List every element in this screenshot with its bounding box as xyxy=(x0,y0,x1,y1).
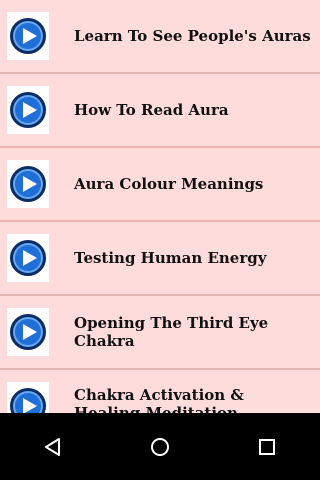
list-item-title: Aura Colour Meanings xyxy=(74,175,264,193)
list-item[interactable]: Learn To See People's Auras xyxy=(0,0,320,74)
recents-icon[interactable] xyxy=(247,427,287,467)
list-item-title: Testing Human Energy xyxy=(74,249,267,267)
play-icon xyxy=(10,166,46,202)
thumbnail xyxy=(7,234,49,282)
back-icon[interactable] xyxy=(33,427,73,467)
thumbnail xyxy=(7,160,49,208)
list-item-title: Opening The Third Eye Chakra xyxy=(74,314,269,350)
list-item[interactable]: Testing Human Energy xyxy=(0,222,320,296)
thumbnail xyxy=(7,86,49,134)
list-item[interactable]: Aura Colour Meanings xyxy=(0,148,320,222)
home-icon[interactable] xyxy=(140,427,180,467)
play-icon xyxy=(10,314,46,350)
thumbnail xyxy=(7,382,49,413)
list-item[interactable]: How To Read Aura xyxy=(0,74,320,148)
list-item[interactable]: Opening The Third Eye Chakra xyxy=(0,296,320,370)
system-navigation-bar xyxy=(0,413,320,480)
list-item[interactable]: Chakra Activation & Healing Meditation xyxy=(0,370,320,413)
play-icon xyxy=(10,92,46,128)
play-icon xyxy=(10,240,46,276)
list-item-title: Learn To See People's Auras xyxy=(74,27,311,45)
list-item-title: Chakra Activation & Healing Meditation xyxy=(74,386,244,413)
list-item-title: How To Read Aura xyxy=(74,101,229,119)
thumbnail xyxy=(7,12,49,60)
video-list: Learn To See People's Auras How To Read … xyxy=(0,0,320,413)
play-icon xyxy=(10,18,46,54)
thumbnail xyxy=(7,308,49,356)
play-icon xyxy=(10,388,46,413)
